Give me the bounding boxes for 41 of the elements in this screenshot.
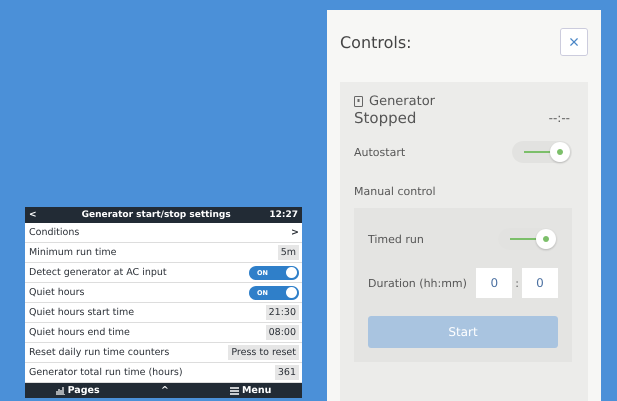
minutes-input[interactable]: 0 [522, 268, 558, 298]
setting-label: Minimum run time [29, 247, 116, 258]
menu-button[interactable]: Menu [230, 385, 272, 396]
setting-value[interactable]: 5m [278, 245, 299, 260]
setting-label: Conditions [29, 227, 80, 238]
setting-label: Detect generator at AC input [29, 267, 167, 278]
generator-icon [354, 96, 363, 107]
back-button[interactable]: < [29, 210, 43, 220]
autostart-switch[interactable] [512, 141, 572, 163]
settings-row[interactable]: Reset daily run time counters Press to reset [25, 343, 302, 363]
screen-title: Generator start/stop settings [80, 210, 232, 220]
setting-value[interactable]: 08:00 [266, 325, 299, 340]
setting-label: Generator total run time (hours) [29, 367, 183, 378]
autostart-label: Autostart [354, 146, 406, 158]
setting-value[interactable]: 21:30 [266, 305, 299, 320]
panel-title: Controls: [340, 32, 412, 52]
settings-row[interactable]: Conditions > [25, 223, 302, 243]
settings-row[interactable]: Quiet hours end time 08:00 [25, 323, 302, 343]
timed-run-label: Timed run [368, 232, 424, 246]
chart-icon [56, 386, 65, 394]
setting-value[interactable]: 361 [274, 365, 299, 380]
hours-input[interactable]: 0 [476, 268, 512, 298]
generator-status: Stopped [354, 109, 416, 127]
reset-button[interactable]: Press to reset [228, 345, 299, 360]
menu-icon [230, 386, 239, 394]
pages-button[interactable]: Pages [56, 385, 100, 396]
setting-label: Quiet hours end time [29, 327, 130, 338]
chevron: > [291, 227, 299, 238]
up-button[interactable]: ^ [160, 385, 169, 396]
run-timer: --:-- [548, 111, 570, 125]
manual-control-label: Manual control [354, 185, 437, 198]
setting-label: Quiet hours start time [29, 307, 134, 318]
clock-time: 12:27 [269, 210, 298, 220]
generator-name: Generator [369, 94, 436, 109]
close-button[interactable]: × [560, 28, 588, 56]
setting-label: Reset daily run time counters [29, 347, 170, 358]
setting-label: Quiet hours [29, 287, 84, 298]
settings-row[interactable]: Quiet hours start time 21:30 [25, 303, 302, 323]
duration-label: Duration (hh:mm) [368, 276, 467, 290]
settings-row[interactable]: Minimum run time 5m [25, 243, 302, 263]
time-separator: : [515, 276, 519, 290]
